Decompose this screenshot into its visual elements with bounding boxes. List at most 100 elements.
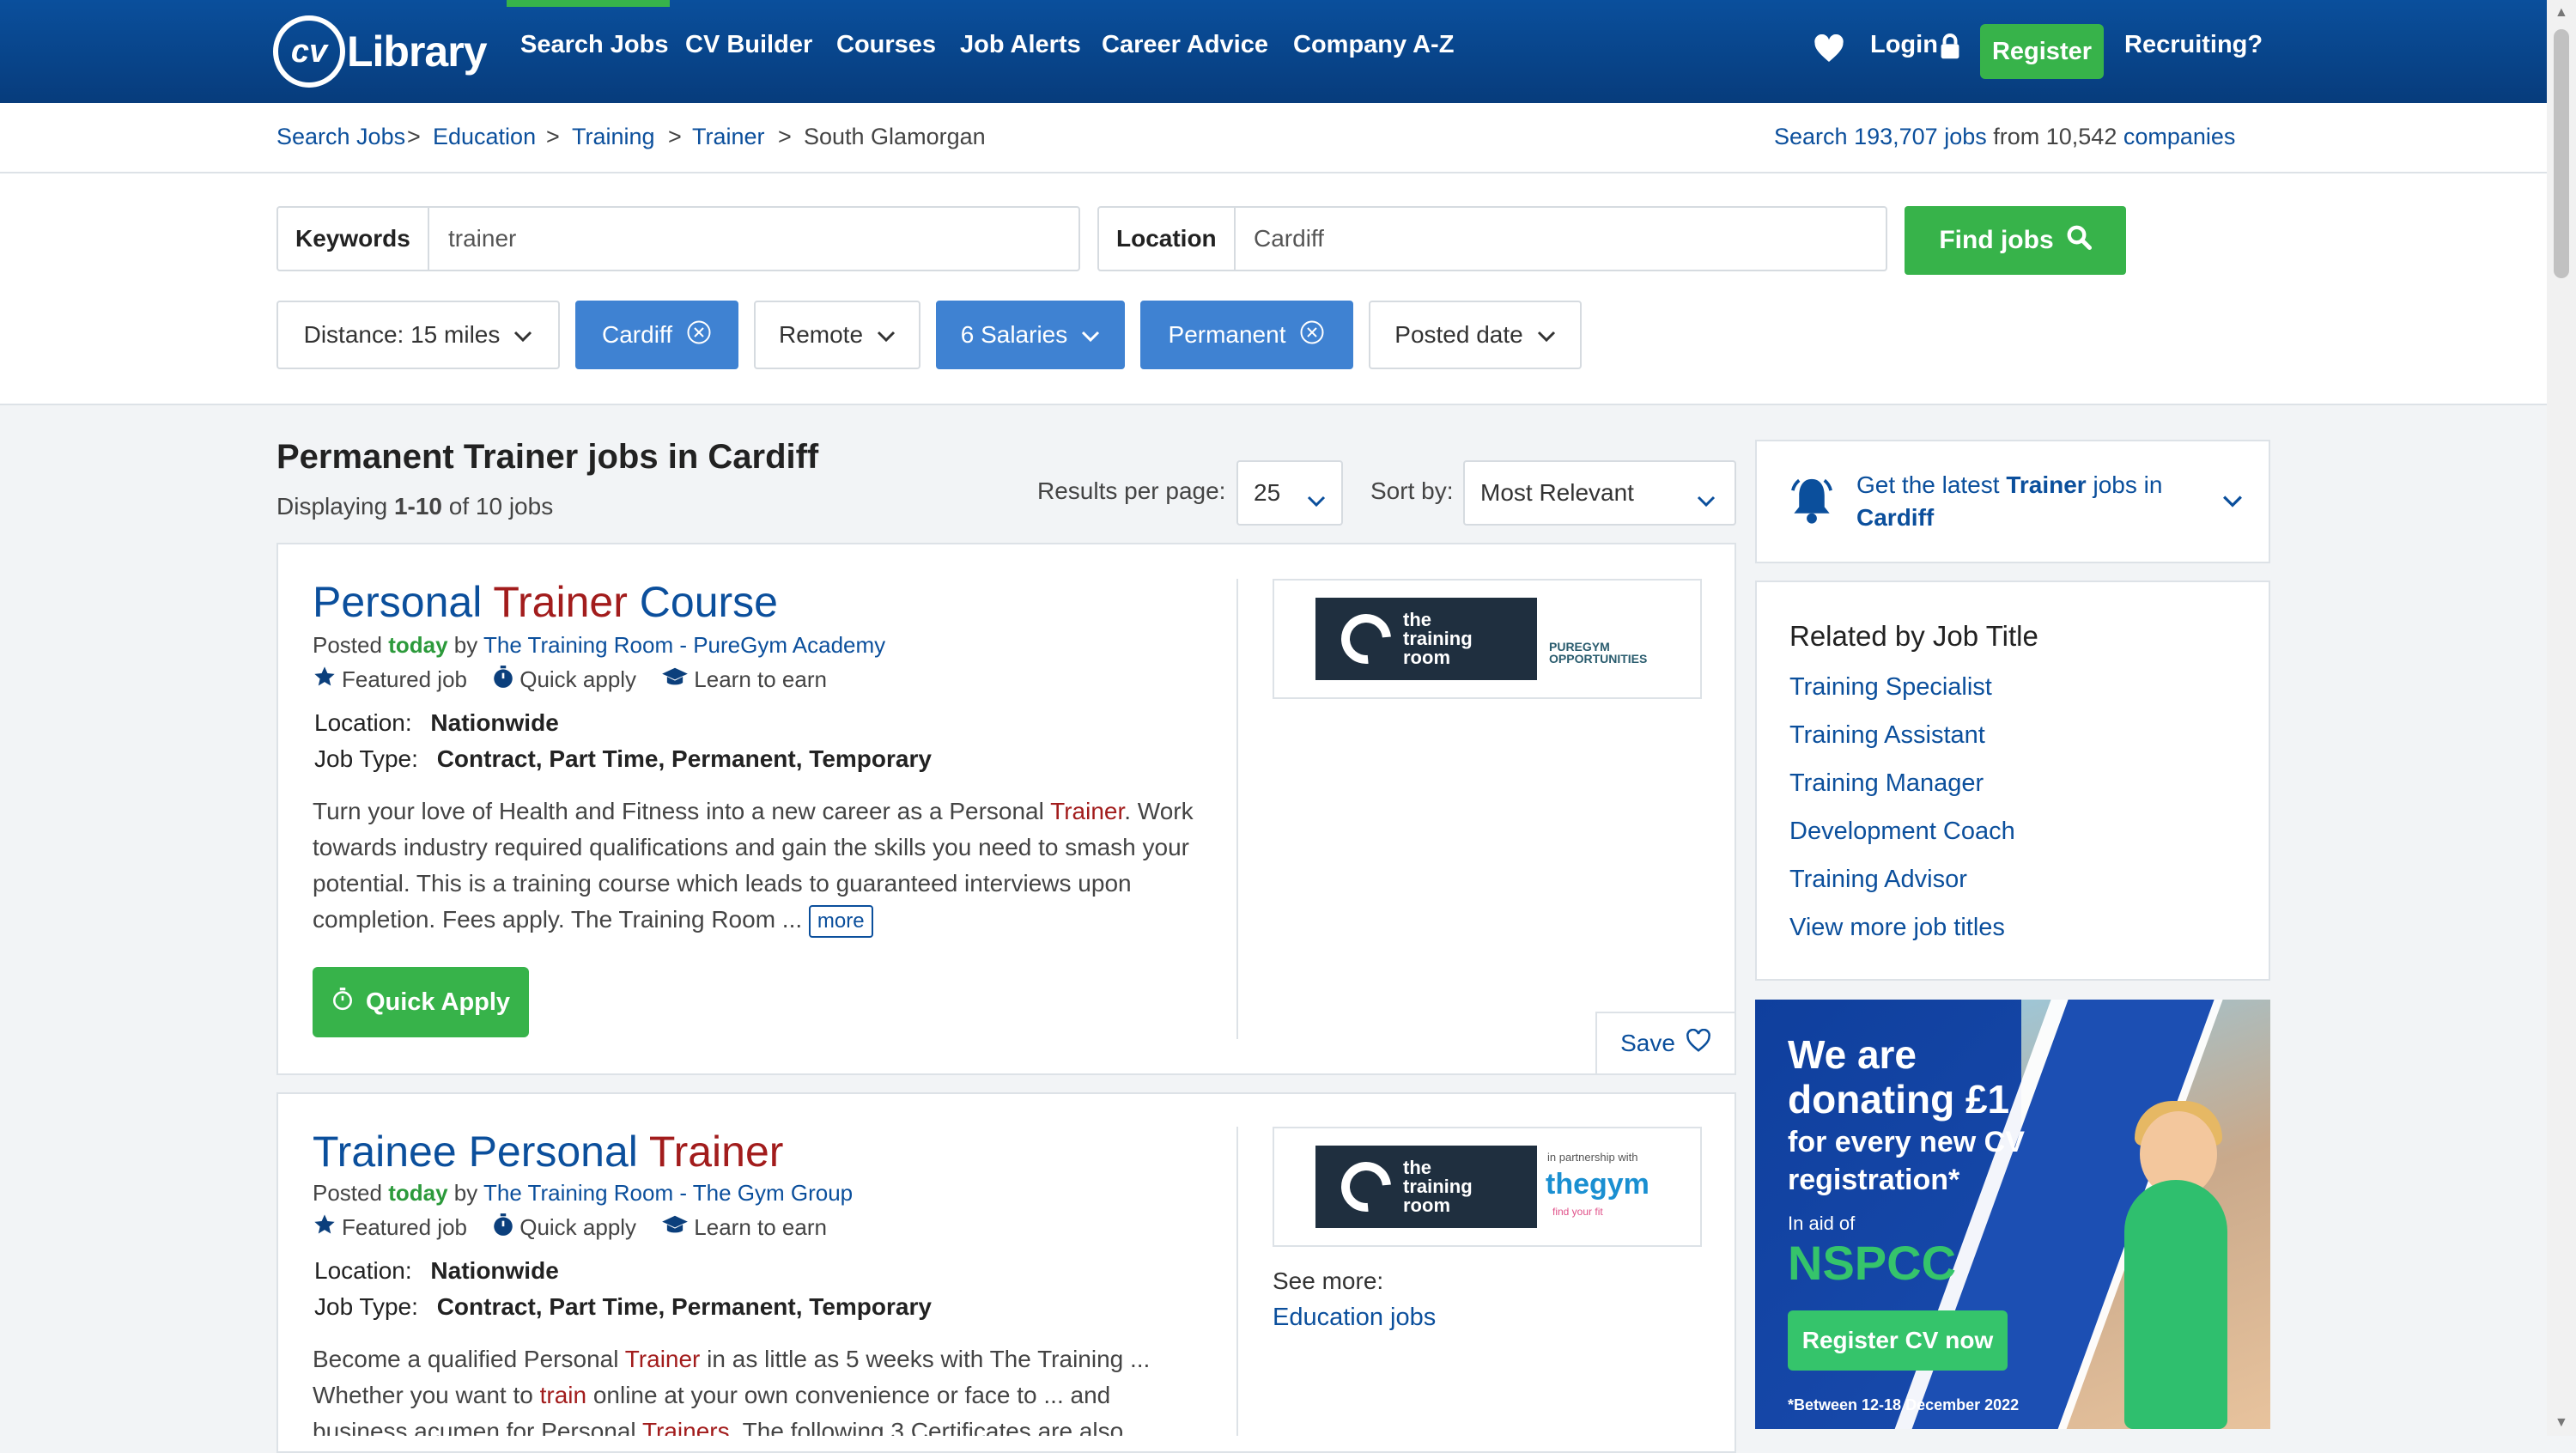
remote-filter[interactable]: Remote <box>754 301 920 369</box>
job-posted-line: Posted today by The Training Room - The … <box>313 1180 853 1207</box>
job-title-part: Personal <box>313 578 483 626</box>
nav-company-az[interactable]: Company A-Z <box>1293 31 1454 59</box>
stats-jobs-count[interactable]: 193,707 <box>1854 124 1938 149</box>
breadcrumb-training[interactable]: Training <box>572 124 655 150</box>
sort-label: Sort by: <box>1370 477 1454 504</box>
stats-companies-link[interactable]: companies <box>2123 124 2236 149</box>
location-chip[interactable]: Cardiff <box>575 301 738 369</box>
desc-highlight: train <box>539 1382 587 1408</box>
ad-child-shirt <box>2124 1180 2227 1429</box>
nav-search-jobs[interactable]: Search Jobs <box>520 31 668 59</box>
job-type: Job Type: Contract, Part Time, Permanent… <box>314 745 932 773</box>
breadcrumb-search-jobs[interactable]: Search Jobs <box>276 124 405 150</box>
posted-date-label: Posted date <box>1394 321 1523 348</box>
location-input[interactable]: Cardiff <box>1254 208 1324 270</box>
count-suffix: of 10 jobs <box>448 493 554 520</box>
nav-cv-builder[interactable]: CV Builder <box>685 31 812 59</box>
ad-in-aid-of: In aid of <box>1788 1213 1856 1234</box>
quick-apply-tag-label: Quick apply <box>519 1214 637 1240</box>
breadcrumb-education[interactable]: Education <box>433 124 536 150</box>
nspcc-ad-banner[interactable]: We are donating £1 for every new CV regi… <box>1755 1000 2270 1429</box>
permanent-chip[interactable]: Permanent <box>1140 301 1353 369</box>
see-more-label: See more: <box>1273 1268 1384 1294</box>
chevron-down-icon <box>1697 486 1716 514</box>
alert-suffix: jobs in <box>2093 471 2163 498</box>
training-room-ring <box>1331 604 1401 674</box>
job-location: Location: Nationwide <box>314 709 559 737</box>
desc-highlight: Trainer <box>1050 798 1125 824</box>
nav-career-advice[interactable]: Career Advice <box>1102 31 1268 59</box>
chevron-down-icon <box>877 321 896 349</box>
quick-apply-tag: Quick apply <box>492 1213 636 1243</box>
desc-text: Become a qualified Personal <box>313 1346 619 1372</box>
page-scrollbar[interactable]: ▲ ▼ <box>2547 0 2576 1436</box>
scroll-up-icon[interactable]: ▲ <box>2555 5 2568 21</box>
related-link-development-coach[interactable]: Development Coach <box>1789 818 2015 846</box>
distance-label: Distance: 15 miles <box>303 321 501 348</box>
more-button[interactable]: more <box>808 905 873 938</box>
ad-register-cv-button[interactable]: Register CV now <box>1788 1310 2008 1371</box>
job-title-link[interactable]: Trainee Personal Trainer <box>313 1127 783 1176</box>
scrollbar-thumb[interactable] <box>2554 29 2569 278</box>
nav-job-alerts[interactable]: Job Alerts <box>960 31 1081 59</box>
count-prefix: Displaying <box>276 493 388 520</box>
related-link-training-specialist[interactable]: Training Specialist <box>1789 673 1992 702</box>
keywords-input[interactable]: trainer <box>448 208 516 270</box>
sort-select[interactable]: Most Relevant <box>1463 460 1736 526</box>
related-link-training-assistant[interactable]: Training Assistant <box>1789 721 1985 750</box>
job-tags: Featured job Quick apply Learn to earn <box>313 1213 846 1243</box>
company-link[interactable]: The Training Room - PureGym Academy <box>483 632 885 658</box>
education-jobs-link[interactable]: Education jobs <box>1273 1304 1436 1332</box>
location-label: Location <box>1099 208 1236 270</box>
keywords-field[interactable]: Keywords trainer <box>276 206 1080 271</box>
posted-date-filter[interactable]: Posted date <box>1369 301 1582 369</box>
ad-line: donating £1 <box>1788 1077 2010 1122</box>
company-link[interactable]: The Training Room - The Gym Group <box>483 1180 853 1206</box>
salaries-filter[interactable]: 6 Salaries <box>936 301 1125 369</box>
nav-courses[interactable]: Courses <box>836 31 936 59</box>
related-link-training-advisor[interactable]: Training Advisor <box>1789 866 1967 894</box>
location-field[interactable]: Location Cardiff <box>1097 206 1887 271</box>
card-divider <box>1236 579 1238 1039</box>
heart-icon[interactable] <box>1814 33 1844 68</box>
heart-outline-icon <box>1686 1028 1711 1059</box>
login-link[interactable]: Login <box>1870 31 1938 59</box>
distance-filter[interactable]: Distance: 15 miles <box>276 301 560 369</box>
desc-highlight: Trainer <box>624 1346 701 1372</box>
scroll-down-icon[interactable]: ▼ <box>2555 1415 2568 1431</box>
breadcrumb-trainer[interactable]: Trainer <box>692 124 765 150</box>
related-link-training-manager[interactable]: Training Manager <box>1789 769 1984 798</box>
company-logo[interactable]: the training room PUREGYM OPPORTUNITIES <box>1273 579 1702 699</box>
cv-library-logo[interactable]: cv Library <box>273 15 488 88</box>
job-title-highlight: Trainer <box>493 578 628 626</box>
company-logo[interactable]: the training room in partnership with th… <box>1273 1127 1702 1247</box>
save-label: Save <box>1620 1030 1675 1056</box>
job-type-value: Contract, Part Time, Permanent, Temporar… <box>436 1293 932 1320</box>
quick-apply-label: Quick Apply <box>365 988 511 1016</box>
find-jobs-button[interactable]: Find jobs <box>1905 206 2126 275</box>
lock-icon <box>1939 33 1961 64</box>
puregym-logo: PUREGYM OPPORTUNITIES <box>1537 598 1662 680</box>
count-range: 1-10 <box>393 493 442 520</box>
register-button[interactable]: Register <box>1980 24 2104 79</box>
chevron-down-icon[interactable] <box>2222 495 2243 513</box>
view-more-job-titles-link[interactable]: View more job titles <box>1789 914 2005 942</box>
site-stats: Search 193,707 jobs from 10,542 companie… <box>1774 124 2235 150</box>
per-page-select[interactable]: 25 <box>1236 460 1343 526</box>
job-title-link[interactable]: Personal Trainer Course <box>313 577 778 627</box>
stopwatch-icon <box>331 987 354 1018</box>
desc-text: . The following 3 Certificates are also … <box>729 1418 1151 1436</box>
remote-label: Remote <box>778 321 864 348</box>
stats-jobs-link[interactable]: jobs <box>1944 124 1987 149</box>
quick-apply-tag: Quick apply <box>492 665 636 695</box>
breadcrumb-separator: > <box>407 124 421 149</box>
save-job-button[interactable]: Save <box>1595 1012 1736 1075</box>
remove-circle-icon[interactable] <box>686 319 712 351</box>
stats-from: from 10,542 <box>1993 124 2117 149</box>
quick-apply-button[interactable]: Quick Apply <box>313 967 529 1037</box>
remove-circle-icon[interactable] <box>1299 319 1325 351</box>
breadcrumb-separator: > <box>546 124 560 149</box>
learn-to-earn-tag-label: Learn to earn <box>694 666 827 692</box>
recruiting-link[interactable]: Recruiting? <box>2124 31 2263 59</box>
job-alert-text[interactable]: Get the latest Trainer jobs in Cardiff <box>1856 469 2200 534</box>
